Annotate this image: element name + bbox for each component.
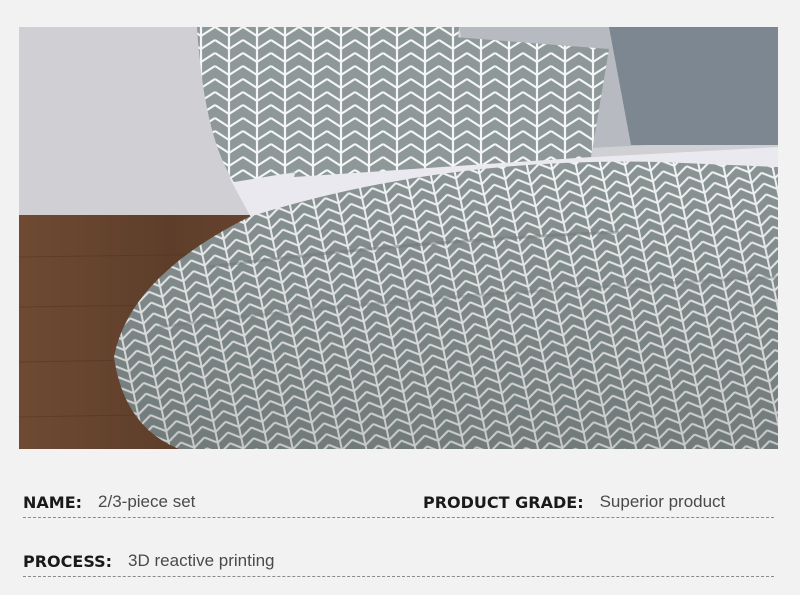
dark-cushion xyxy=(609,27,778,145)
spec-process: PROCESS: 3D reactive printing xyxy=(23,546,275,576)
spec-row-2: PROCESS: 3D reactive printing xyxy=(23,546,774,577)
spec-grade: PRODUCT GRADE: Superior product xyxy=(423,487,725,517)
spec-process-value: 3D reactive printing xyxy=(128,551,275,570)
spec-name-label: NAME: xyxy=(23,492,83,512)
spec-process-label: PROCESS: xyxy=(23,551,113,571)
spec-row-1: NAME: 2/3-piece set PRODUCT GRADE: Super… xyxy=(23,487,774,518)
bedding-image xyxy=(19,27,778,449)
front-pillow xyxy=(294,27,609,177)
spec-grade-label: PRODUCT GRADE: xyxy=(423,492,584,512)
spec-grade-value: Superior product xyxy=(599,492,726,511)
spec-name: NAME: 2/3-piece set xyxy=(23,487,195,517)
spec-name-value: 2/3-piece set xyxy=(98,492,196,511)
product-photo xyxy=(19,27,778,449)
